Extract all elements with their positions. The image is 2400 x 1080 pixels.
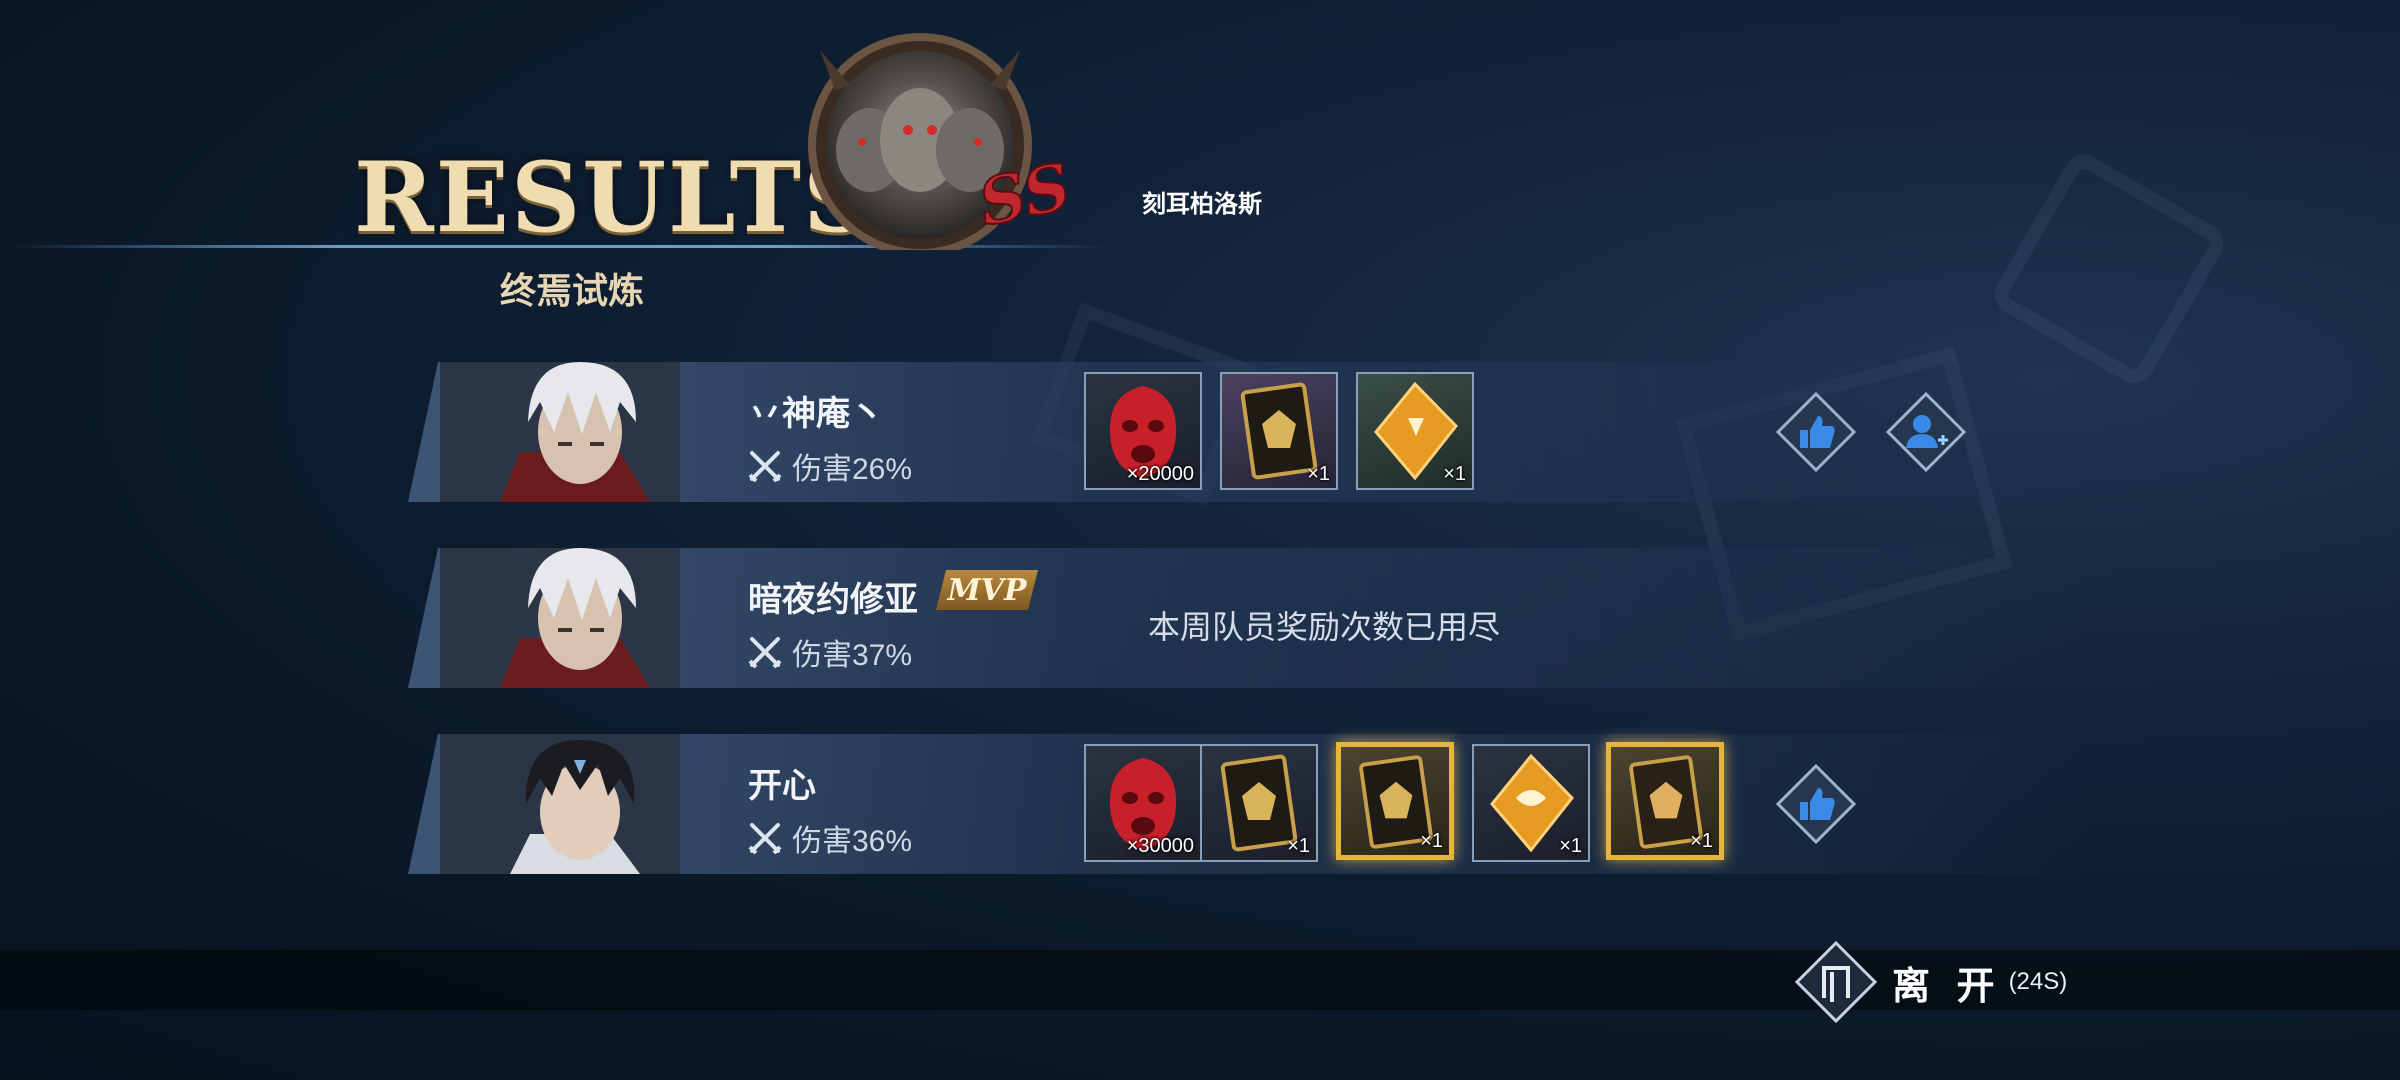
crossed-swords-icon [748,637,782,669]
boss-name: 刻耳柏洛斯 [1142,189,1262,218]
reward-quantity: ×1 [1307,463,1330,485]
exit-door-icon [1794,940,1878,1024]
stage-subtitle: 终焉试炼 [500,270,645,312]
reward-item[interactable]: ×20000 [1084,372,1202,490]
leave-countdown: (24S) [2008,968,2068,995]
dark-haired-warrior-portrait-icon [440,734,680,874]
reward-quantity: ×1 [1287,835,1310,857]
crossed-swords-icon [748,823,782,855]
reward-quantity: ×20000 [1126,463,1194,485]
damage-percent: 伤害36% [792,825,913,858]
reward-quantity: ×1 [1690,830,1713,852]
damage-percent: 伤害37% [792,639,913,672]
player-name: 丷神庵丶 [748,395,884,433]
reward-quantity: ×1 [1443,463,1466,485]
reward-item[interactable]: ×1 [1472,744,1590,862]
damage-percent: 伤害26% [792,453,913,486]
reward-item[interactable]: ×30000 [1084,744,1202,862]
mvp-badge: MVP [936,570,1038,610]
crossed-swords-icon [748,451,782,483]
white-haired-warrior-portrait-icon [440,548,680,688]
white-haired-warrior-portrait-icon [440,362,680,502]
leave-button[interactable]: 离 开 (24S) [1794,940,2067,1024]
player-name: 开心 [748,767,816,805]
reward-limit-notice: 本周队员奖励次数已用尽 [1148,609,1501,645]
reward-item[interactable]: ×1 [1220,372,1338,490]
background-decoration [1987,147,2231,391]
player-name: 暗夜约修亚 [748,581,918,619]
reward-quantity: ×1 [1559,835,1582,857]
damage-stat: 伤害37% [748,630,912,674]
reward-item[interactable]: ×1 [1336,742,1454,860]
reward-quantity: ×30000 [1126,835,1194,857]
add-friend-button[interactable] [1886,392,1966,472]
leave-label: 离 开 [1892,965,2003,1008]
damage-stat: 伤害26% [748,444,912,488]
like-button[interactable] [1776,392,1856,472]
like-button[interactable] [1776,764,1856,844]
reward-quantity: ×1 [1420,830,1443,852]
reward-item[interactable]: ×1 [1200,744,1318,862]
reward-item[interactable]: ×1 [1356,372,1474,490]
reward-item[interactable]: ×1 [1606,742,1724,860]
damage-stat: 伤害36% [748,816,912,860]
three-headed-dog-emblem-icon: SSS [808,33,1070,250]
